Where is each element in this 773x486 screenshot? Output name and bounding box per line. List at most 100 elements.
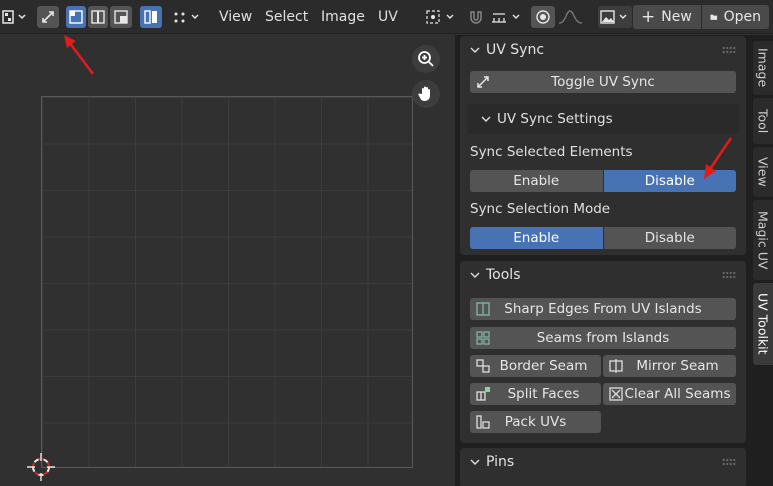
magnet-icon <box>470 11 482 24</box>
uv-sync-toggle-button[interactable] <box>37 6 59 28</box>
browse-image-dropdown[interactable] <box>598 6 632 28</box>
pins-panel: Pins <box>460 448 746 486</box>
seams-from-islands-button[interactable]: Seams from Islands <box>470 327 736 349</box>
uv-sync-icon <box>477 76 489 88</box>
plus-icon: + <box>641 6 656 27</box>
editor-type-selector[interactable] <box>0 6 30 28</box>
zoom-button[interactable] <box>412 45 440 73</box>
seams-from-islands-label: Seams from Islands <box>536 330 670 346</box>
snap-toggle[interactable] <box>464 6 488 28</box>
image-new-open-group: + New Open <box>633 5 769 29</box>
drag-handle-icon[interactable] <box>722 458 736 466</box>
pivot-point-dropdown[interactable] <box>425 6 459 28</box>
split-faces-label: Split Faces <box>507 386 580 402</box>
sharp-edge-icon <box>476 302 490 316</box>
clear-all-seams-button[interactable]: Clear All Seams <box>603 383 736 405</box>
tab-uv-toolkit-label: UV Toolkit <box>755 293 771 355</box>
image-icon <box>600 10 627 24</box>
pack-uvs-label: Pack UVs <box>504 414 567 430</box>
uv-sync-icon <box>42 11 54 23</box>
split-faces-button[interactable]: Split Faces <box>470 383 601 405</box>
mirror-seam-button[interactable]: Mirror Seam <box>603 355 736 377</box>
2d-cursor-icon[interactable] <box>24 449 64 483</box>
face-select-icon <box>114 10 128 24</box>
uv-grid[interactable] <box>41 96 413 468</box>
tools-panel-header[interactable]: Tools <box>460 261 746 289</box>
sticky-selection-button[interactable] <box>140 6 162 28</box>
drag-handle-icon[interactable] <box>722 46 736 54</box>
proportional-editing-toggle[interactable] <box>531 6 555 28</box>
tools-panel: Tools Sharp Edges From UV Islands Seams … <box>460 261 746 443</box>
uv-sync-panel-header[interactable]: UV Sync <box>460 36 746 64</box>
snap-target-dropdown[interactable] <box>490 6 524 28</box>
toggle-uv-sync-button[interactable]: Toggle UV Sync <box>470 71 736 93</box>
sync-selected-enable-button[interactable]: Enable <box>470 170 603 192</box>
new-image-button[interactable]: + New <box>633 5 701 29</box>
sync-mode-enable-button[interactable]: Enable <box>470 227 603 249</box>
selection-mode-dropdown[interactable] <box>172 6 204 28</box>
falloff-curve-icon <box>558 10 583 24</box>
face-select-button[interactable] <box>110 6 132 28</box>
chevron-down-icon <box>470 47 480 53</box>
mirror-seam-label: Mirror Seam <box>636 358 719 374</box>
uv-editor-icon <box>2 10 26 24</box>
clear-seams-icon <box>609 387 623 401</box>
uv-sync-title: UV Sync <box>486 42 545 58</box>
border-seam-label: Border Seam <box>499 358 588 374</box>
tab-view[interactable]: View <box>753 147 773 197</box>
edge-select-icon <box>91 10 105 24</box>
pan-button[interactable] <box>412 80 440 108</box>
sync-selection-mode-label: Sync Selection Mode <box>470 201 611 217</box>
sync-selected-elements-toggle: Enable Disable <box>470 170 736 192</box>
tools-title: Tools <box>486 267 521 283</box>
tab-view-label: View <box>755 157 771 187</box>
vertex-select-button[interactable] <box>66 6 86 28</box>
toggle-uv-sync-label: Toggle UV Sync <box>551 74 655 90</box>
pins-panel-header[interactable]: Pins <box>460 448 746 476</box>
annotation-arrow-icon <box>64 35 94 75</box>
sync-mode-disable-button[interactable]: Disable <box>602 227 736 249</box>
folder-icon <box>710 14 718 20</box>
edge-select-button[interactable] <box>88 6 108 28</box>
pack-uvs-icon <box>476 415 490 429</box>
islands-grid-icon <box>476 331 490 345</box>
pack-uvs-button[interactable]: Pack UVs <box>470 411 601 433</box>
tab-tool-label: Tool <box>755 108 771 134</box>
sync-selection-mode-toggle: Enable Disable <box>470 227 736 249</box>
uv-sync-settings-title: UV Sync Settings <box>497 111 613 127</box>
sharp-edges-from-uv-islands-button[interactable]: Sharp Edges From UV Islands <box>470 298 736 320</box>
pivot-icon <box>426 10 454 24</box>
drag-handle-icon[interactable] <box>722 271 736 279</box>
new-image-label: New <box>661 9 692 25</box>
sharp-edges-label: Sharp Edges From UV Islands <box>504 301 702 317</box>
uv-sync-settings-subpanel[interactable]: UV Sync Settings <box>467 104 739 134</box>
open-image-button[interactable]: Open <box>702 5 769 29</box>
vertex-select-icon <box>69 10 83 24</box>
island-select-icon <box>144 10 157 24</box>
border-seam-button[interactable]: Border Seam <box>470 355 601 377</box>
tab-uv-toolkit[interactable]: UV Toolkit <box>753 283 773 365</box>
snap-increment-icon <box>492 13 520 23</box>
menu-select[interactable]: Select <box>265 9 308 25</box>
open-image-label: Open <box>723 9 761 25</box>
tab-magic-uv[interactable]: Magic UV <box>753 200 773 280</box>
mirror-seam-icon <box>609 359 623 373</box>
falloff-dropdown[interactable] <box>557 6 589 28</box>
annotation-arrow-icon <box>704 137 733 179</box>
sync-selected-elements-label: Sync Selected Elements <box>470 144 633 160</box>
sidebar: UV Sync Toggle UV Sync UV Sync Settings … <box>455 35 752 486</box>
chevron-down-icon <box>470 459 480 465</box>
tab-image[interactable]: Image <box>753 41 773 95</box>
chevron-down-icon <box>470 272 480 278</box>
menu-image[interactable]: Image <box>321 9 365 25</box>
uv-viewport[interactable] <box>0 35 455 486</box>
clear-all-seams-label: Clear All Seams <box>624 386 731 402</box>
tab-tool[interactable]: Tool <box>753 98 773 144</box>
split-faces-icon <box>476 387 490 401</box>
border-seam-icon <box>476 359 490 373</box>
chevron-down-icon <box>481 116 491 122</box>
tab-magic-uv-label: Magic UV <box>755 210 771 270</box>
menu-view[interactable]: View <box>219 9 252 25</box>
menu-uv[interactable]: UV <box>378 9 398 25</box>
tab-image-label: Image <box>755 48 771 88</box>
